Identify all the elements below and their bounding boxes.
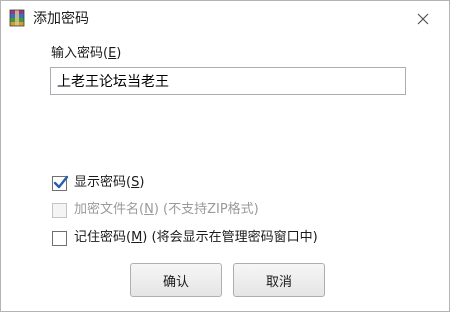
winrar-archive-icon bbox=[8, 9, 26, 27]
checkbox-unchecked[interactable] bbox=[52, 230, 67, 246]
checkbox-checked[interactable] bbox=[52, 175, 69, 191]
encrypt-filenames-checkbox: 加密文件名(N) (不支持ZIP格式) bbox=[52, 201, 259, 219]
show-password-label: 显示密码(S) bbox=[74, 175, 145, 190]
remember-password-label: 记住密码(M) (将会显示在管理密码窗口中) bbox=[74, 230, 318, 245]
remember-password-checkbox[interactable]: 记住密码(M) (将会显示在管理密码窗口中) bbox=[52, 229, 318, 247]
password-label: 输入密码(E) bbox=[51, 46, 122, 61]
password-input[interactable] bbox=[50, 67, 406, 95]
ok-button[interactable]: 确认 bbox=[130, 263, 222, 297]
checkbox-disabled bbox=[52, 202, 67, 218]
add-password-dialog: 添加密码 输入密码(E) 显示密码(S) 加密文件名(N) (不支持ZIP格式)… bbox=[0, 0, 450, 312]
close-icon[interactable] bbox=[411, 7, 435, 31]
encrypt-filenames-label: 加密文件名(N) (不支持ZIP格式) bbox=[74, 202, 259, 217]
title-bar[interactable]: 添加密码 bbox=[1, 1, 449, 37]
cancel-button[interactable]: 取消 bbox=[233, 263, 325, 297]
window-title: 添加密码 bbox=[33, 11, 89, 27]
show-password-checkbox[interactable]: 显示密码(S) bbox=[52, 174, 144, 192]
